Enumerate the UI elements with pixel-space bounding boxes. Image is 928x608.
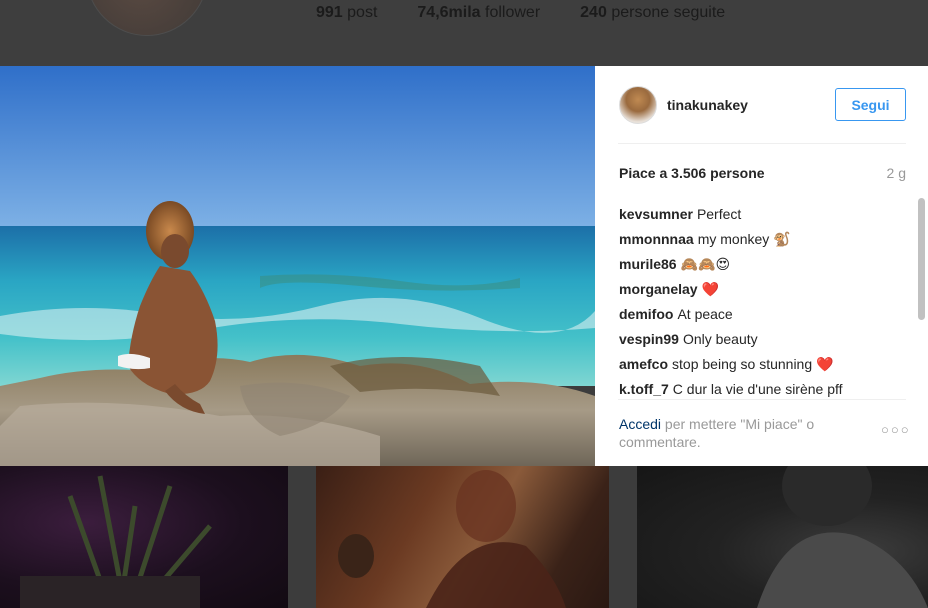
comment-text: 🙈🙈😍 [680, 256, 731, 272]
comment-user[interactable]: k.toff_7 [619, 381, 669, 397]
post-photo[interactable] [0, 66, 595, 466]
comment-user[interactable]: murile86 [619, 256, 677, 272]
comments-list[interactable]: kevsumner Perfect mmonnnaa my monkey 🐒 mur… [619, 202, 909, 397]
comment: k.toff_7 C dur la vie d'une sirène pff [619, 377, 909, 397]
comment-text: stop being so stunning ❤️ [672, 356, 834, 372]
comment-text: C dur la vie d'une sirène pff [672, 381, 843, 397]
comment-user[interactable]: vespin99 [619, 331, 679, 347]
comment-text: Perfect [696, 206, 742, 222]
grid-thumbnail[interactable] [316, 466, 609, 608]
comment-user[interactable]: mmonnnaa [619, 231, 694, 247]
post-header: tinakunakey Segui [595, 66, 928, 144]
footer-divider [618, 399, 906, 400]
comment-text: my monkey 🐒 [697, 231, 791, 247]
post-modal: tinakunakey Segui Piace a 3.506 persone … [0, 66, 928, 466]
comment: kevsumner Perfect [619, 202, 909, 227]
comment: demifoo At peace [619, 302, 909, 327]
comment: amefco stop being so stunning ❤️ [619, 352, 909, 377]
grid-thumbnail[interactable] [0, 466, 288, 608]
comment-text: Only beauty [682, 331, 758, 347]
ellipsis-icon[interactable]: ○○○ [881, 422, 911, 437]
comment-user[interactable]: demifoo [619, 306, 673, 322]
comment: morganelay ❤️ [619, 277, 909, 302]
login-link[interactable]: Accedi [619, 416, 661, 432]
login-prompt: Accedi per mettere "Mi piace" o commenta… [619, 415, 859, 451]
author-username[interactable]: tinakunakey [667, 97, 748, 113]
stat-following-count: 240 [580, 4, 607, 21]
stat-followers[interactable]: 74,6mila follower [417, 4, 540, 22]
profile-header: 991 post 74,6mila follower 240 persone s… [0, 0, 928, 66]
stat-posts-label: post [347, 4, 378, 21]
stat-following-label: persone seguite [611, 4, 726, 21]
comment-user[interactable]: amefco [619, 356, 668, 372]
comment-user[interactable]: morganelay [619, 281, 698, 297]
grid-thumbnail[interactable] [637, 466, 928, 608]
author-avatar[interactable] [619, 86, 657, 124]
comment: murile86 🙈🙈😍 [619, 252, 909, 277]
plant-photo-image [20, 475, 212, 608]
stat-followers-count: 74,6mila [417, 4, 481, 21]
stat-followers-label: follower [485, 4, 541, 21]
stat-posts: 991 post [316, 4, 377, 22]
bw-portrait-photo-image [757, 466, 928, 608]
likes-count[interactable]: Piace a 3.506 persone [619, 165, 765, 181]
beach-photo-image [0, 66, 595, 466]
profile-stats: 991 post 74,6mila follower 240 persone s… [316, 4, 725, 22]
comment-text: ❤️ [701, 281, 720, 297]
stat-posts-count: 991 [316, 4, 343, 21]
portrait-photo-image [338, 470, 566, 608]
comment-user[interactable]: kevsumner [619, 206, 693, 222]
header-divider [618, 143, 906, 144]
comments-scrollbar[interactable] [918, 198, 925, 320]
stat-following[interactable]: 240 persone seguite [580, 4, 725, 22]
profile-avatar[interactable] [86, 0, 208, 36]
comment-text: At peace [677, 306, 733, 322]
comment: vespin99 Only beauty [619, 327, 909, 352]
follow-button[interactable]: Segui [835, 88, 906, 121]
post-sidebar: tinakunakey Segui Piace a 3.506 persone … [595, 66, 928, 466]
comment: mmonnnaa my monkey 🐒 [619, 227, 909, 252]
post-time[interactable]: 2 g [887, 165, 906, 181]
